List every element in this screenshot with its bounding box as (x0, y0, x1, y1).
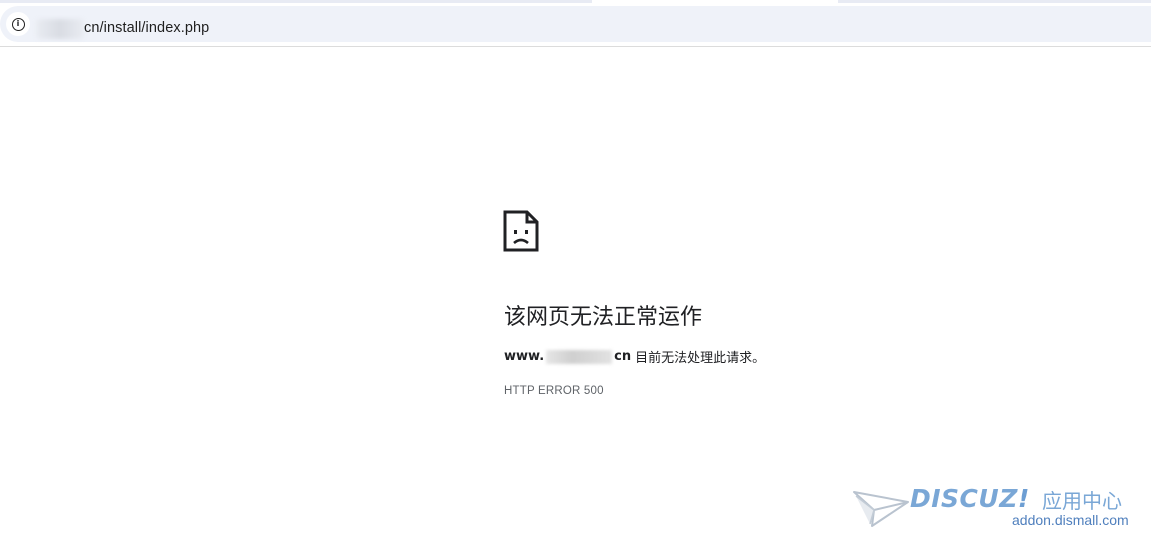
address-bar[interactable]: i cn/install/index.php (0, 6, 1151, 42)
host-prefix: www. (504, 349, 545, 364)
error-code: HTTP ERROR 500 (504, 385, 604, 397)
watermark: DISCUZ! 应用中心 addon.dismall.com (852, 484, 1142, 532)
watermark-tagline: 应用中心 (1042, 489, 1122, 513)
watermark-brand: DISCUZ! (910, 484, 1030, 513)
tab-strip-segment (0, 0, 592, 3)
error-title: 该网页无法正常运作 (504, 305, 703, 330)
url-text[interactable]: cn/install/index.php (84, 20, 209, 36)
url-host-redacted (36, 19, 84, 39)
host-suffix: cn (614, 349, 632, 364)
paper-plane-icon (853, 491, 909, 527)
watermark-domain: addon.dismall.com (1012, 512, 1129, 528)
toolbar-divider (0, 46, 1151, 47)
sad-page-icon (503, 210, 539, 252)
site-info-button[interactable]: i (6, 12, 30, 36)
info-circle-icon: i (11, 17, 25, 31)
error-description: www. cn 目前无法处理此请求。 (504, 347, 765, 366)
host-redacted (546, 349, 613, 364)
error-message: 目前无法处理此请求。 (635, 351, 766, 366)
watermark-brand-text: DISCUZ (910, 484, 1018, 513)
tab-strip-segment (838, 0, 1151, 3)
watermark-brand-mark: ! (1017, 484, 1030, 513)
